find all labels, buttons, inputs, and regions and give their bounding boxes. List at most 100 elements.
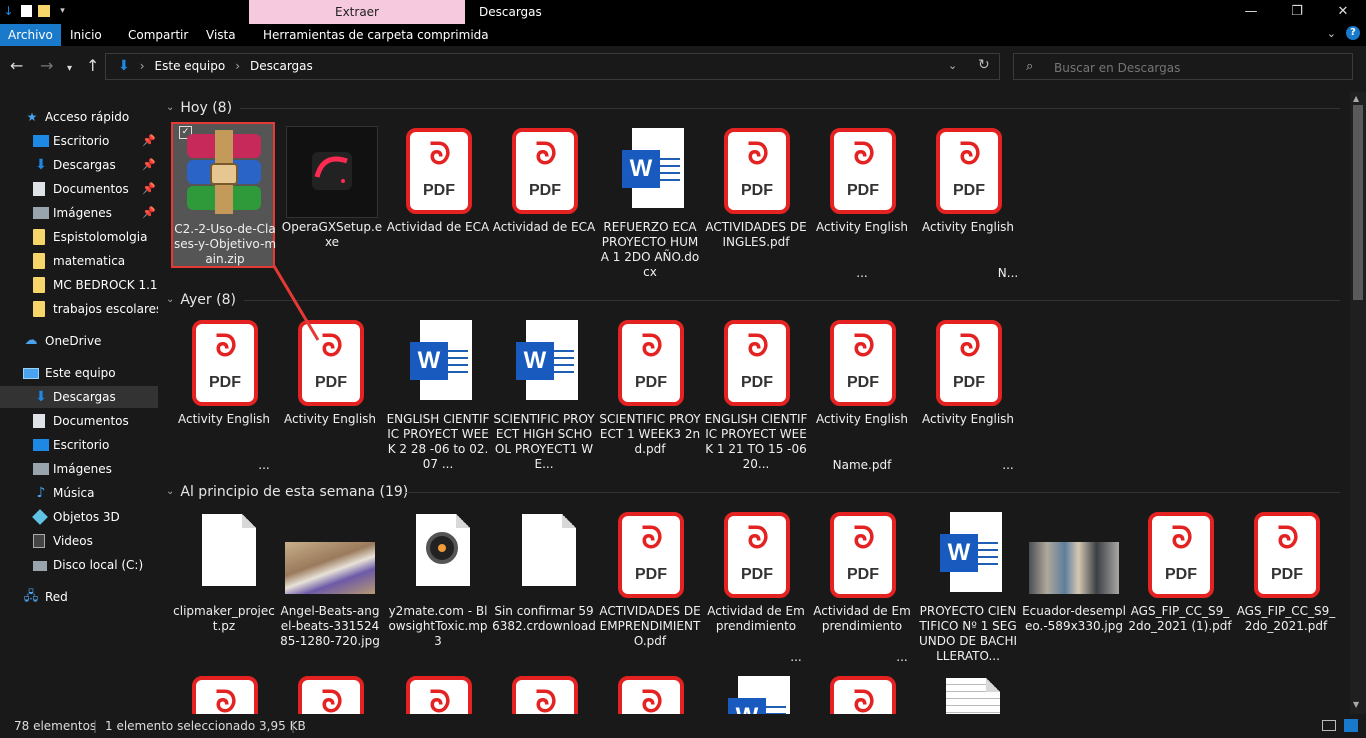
maximize-icon[interactable]: ❐ bbox=[1274, 0, 1320, 24]
sidebar-item-mc-bedrock[interactable]: MC BEDROCK 1.17 : bbox=[0, 274, 158, 296]
sidebar-item-pc-musica[interactable]: ♪ Música bbox=[0, 482, 158, 504]
expand-ribbon-icon[interactable]: ⌄ bbox=[1327, 27, 1336, 40]
sidebar-item-espistolomolgia[interactable]: Espistolomolgia bbox=[0, 226, 158, 248]
sidebar-item-pc-documentos[interactable]: Documentos bbox=[0, 410, 158, 432]
file-tile[interactable]: W ENGLISH CIENTIFIC PROYECT WEEK 2 28 -0… bbox=[386, 316, 490, 471]
sidebar-item-este-equipo[interactable]: Este equipo bbox=[0, 362, 158, 384]
sidebar-item-pc-escritorio[interactable]: Escritorio bbox=[0, 434, 158, 456]
pin-icon[interactable]: 📌 bbox=[142, 154, 156, 176]
file-tile[interactable]: ᘐ PDF Actividad de Emprendimiento ... bbox=[810, 508, 914, 664]
file-tile[interactable]: ᘐ PDF Activity English Name.pdf bbox=[810, 316, 914, 472]
search-input[interactable] bbox=[1052, 57, 1346, 78]
tab-compartir[interactable]: Compartir bbox=[120, 24, 196, 46]
address-bar[interactable]: ⬇ › Este equipo › Descargas ⌄ ↻ bbox=[105, 53, 1000, 80]
file-tile[interactable]: ᘐ bbox=[278, 672, 382, 714]
sidebar-item-documentos[interactable]: Documentos 📌 bbox=[0, 178, 158, 200]
search-box[interactable]: ⌕ bbox=[1013, 53, 1353, 80]
file-tile[interactable]: ᘐ PDF Actividad de Emprendimiento ... bbox=[704, 508, 808, 664]
file-tile[interactable]: ✓ C2.-2-Uso-de-Clases-y-Objetivo-main.zi… bbox=[171, 122, 276, 268]
sidebar-item-acceso-rapido[interactable]: ★ Acceso rápido bbox=[0, 106, 158, 128]
properties-icon[interactable] bbox=[21, 5, 32, 17]
refresh-icon[interactable]: ↻ bbox=[978, 57, 990, 73]
sidebar-item-descargas[interactable]: ⬇ Descargas 📌 bbox=[0, 154, 158, 176]
file-tile[interactable]: ᘐ PDF Activity English N... bbox=[916, 124, 1020, 280]
file-tile[interactable]: W SCIENTIFIC PROYECT HIGH SCHOOL PROYECT… bbox=[492, 316, 596, 471]
extract-contextual-tab[interactable]: Extraer bbox=[249, 0, 465, 24]
help-icon[interactable]: ? bbox=[1346, 26, 1360, 40]
file-tile[interactable]: Sin confirmar 596382.crdownload bbox=[492, 508, 596, 656]
pin-icon[interactable]: 📌 bbox=[142, 178, 156, 200]
file-tile[interactable]: W REFUERZO ECA PROYECTO HUMA 1 2DO AÑO.d… bbox=[598, 124, 702, 279]
details-view-icon[interactable] bbox=[1322, 720, 1336, 731]
customize-qa-dropdown-icon[interactable]: ▾ bbox=[56, 4, 69, 18]
up-arrow-icon[interactable]: ↑ bbox=[86, 58, 99, 74]
file-tile[interactable]: ᘐ PDF Activity English bbox=[278, 316, 382, 464]
forward-arrow-icon[interactable]: → bbox=[40, 58, 53, 74]
sidebar-item-trabajos-escolares[interactable]: trabajos escolares bbox=[0, 298, 158, 320]
file-tile[interactable]: OperaGXSetup.exe bbox=[280, 124, 384, 272]
sidebar-item-red[interactable]: 🖧 Red bbox=[0, 586, 158, 608]
tab-inicio[interactable]: Inicio bbox=[62, 24, 110, 46]
sidebar-item-escritorio[interactable]: Escritorio 📌 bbox=[0, 130, 158, 152]
pin-icon[interactable]: 📌 bbox=[142, 130, 156, 152]
file-tile[interactable]: ᘐ PDF Activity English ... bbox=[810, 124, 914, 280]
pdf-file-icon: ᘐ PDF bbox=[826, 320, 898, 406]
file-tile[interactable]: ᘐ PDF AGS_FIP_CC_S9_2do_2021.pdf bbox=[1234, 508, 1338, 656]
file-tile[interactable]: y2mate.com - BlowsightToxic.mp3 bbox=[386, 508, 490, 656]
file-tile[interactable]: Angel-Beats-angel-beats-33152485-1280-72… bbox=[278, 508, 382, 656]
close-icon[interactable]: ✕ bbox=[1320, 0, 1366, 24]
file-tile[interactable]: ᘐ PDF Activity English ... bbox=[172, 316, 276, 472]
back-arrow-icon[interactable]: ← bbox=[10, 58, 23, 74]
file-tile[interactable]: ᘐ bbox=[492, 672, 596, 714]
file-tile[interactable]: ᘐ bbox=[598, 672, 702, 714]
large-icons-view-icon[interactable] bbox=[1344, 719, 1358, 732]
file-tile[interactable]: ᘐ bbox=[172, 672, 276, 714]
sidebar-item-pc-objetos-3d[interactable]: Objetos 3D bbox=[0, 506, 158, 528]
sidebar-item-onedrive[interactable]: ☁ OneDrive bbox=[0, 330, 158, 352]
recent-locations-icon[interactable]: ▾ bbox=[67, 61, 72, 77]
breadcrumb-este-equipo[interactable]: Este equipo bbox=[155, 54, 226, 79]
file-tile[interactable]: ᘐ PDF SCIENTIFIC PROYECT 1 WEEK3 2nd.pdf bbox=[598, 316, 702, 464]
file-tile[interactable]: ᘐ bbox=[386, 672, 490, 714]
group-header-esta-semana[interactable]: ⌄ Al principio de esta semana (19) bbox=[166, 482, 408, 502]
download-arrow-icon[interactable]: ↓ bbox=[2, 4, 15, 18]
file-tile[interactable]: Ecuador-desempleo.-589x330.jpg bbox=[1022, 508, 1126, 656]
scrollbar-thumb[interactable] bbox=[1353, 105, 1363, 300]
file-name: REFUERZO ECA PROYECTO HUMA 1 2DO AÑO.doc… bbox=[600, 220, 700, 279]
new-folder-icon[interactable] bbox=[38, 5, 50, 17]
group-header-hoy[interactable]: ⌄ Hoy (8) bbox=[166, 98, 232, 118]
file-tile[interactable]: ᘐ PDF ENGLISH CIENTIFIC PROYECT WEEK 1 21… bbox=[704, 316, 808, 471]
file-tile[interactable]: ᘐ PDF Actividad de ECA bbox=[492, 124, 596, 272]
sidebar-item-pc-videos[interactable]: Videos bbox=[0, 530, 158, 552]
breadcrumb-separator-icon[interactable]: › bbox=[140, 54, 145, 79]
breadcrumb-separator-icon[interactable]: › bbox=[235, 54, 240, 79]
pdf-file-icon: ᘐ PDF bbox=[614, 512, 686, 598]
file-tile[interactable]: ᘐ PDF AGS_FIP_CC_S9_2do_2021 (1).pdf bbox=[1128, 508, 1232, 656]
sidebar-item-matematica[interactable]: matematica bbox=[0, 250, 158, 272]
file-tile[interactable]: ᘐ PDF ACTIVIDADES DE EMPRENDIMIENTO.pdf bbox=[598, 508, 702, 656]
file-tile[interactable]: W PROYECTO CIENTIFICO Nº 1 SEGUNDO DE BA… bbox=[916, 508, 1020, 663]
tab-herramientas[interactable]: Herramientas de carpeta comprimida bbox=[255, 24, 497, 46]
sidebar-item-pc-disco-local[interactable]: Disco local (C:) bbox=[0, 554, 158, 576]
group-header-ayer[interactable]: ⌄ Ayer (8) bbox=[166, 290, 236, 310]
address-dropdown-icon[interactable]: ⌄ bbox=[948, 59, 957, 72]
breadcrumb-descargas[interactable]: Descargas bbox=[250, 54, 313, 79]
sidebar-item-pc-imagenes[interactable]: Imágenes bbox=[0, 458, 158, 480]
pin-icon[interactable]: 📌 bbox=[142, 202, 156, 224]
tab-vista[interactable]: Vista bbox=[198, 24, 244, 46]
file-tile[interactable]: W bbox=[704, 672, 808, 714]
file-tile[interactable]: ᘐ PDF ACTIVIDADES DE INGLES.pdf bbox=[704, 124, 808, 272]
scroll-down-icon[interactable]: ▼ bbox=[1353, 700, 1359, 709]
sidebar-item-imagenes[interactable]: Imágenes 📌 bbox=[0, 202, 158, 224]
file-tile[interactable]: ᘐ PDF Actividad de ECA bbox=[386, 124, 490, 272]
tab-archivo[interactable]: Archivo bbox=[0, 24, 61, 46]
file-tile[interactable]: ᘐ bbox=[810, 672, 914, 714]
vertical-scrollbar[interactable]: ▲ ▼ bbox=[1350, 92, 1366, 714]
sidebar-item-pc-descargas[interactable]: ⬇ Descargas bbox=[0, 386, 158, 408]
file-tile[interactable]: ᘐ PDF Activity English ... bbox=[916, 316, 1020, 472]
network-icon: 🖧 bbox=[23, 589, 39, 604]
minimize-icon[interactable]: — bbox=[1228, 0, 1274, 24]
file-tile[interactable]: clipmaker_project.pz bbox=[172, 508, 276, 656]
file-tile[interactable] bbox=[916, 672, 1020, 714]
scroll-up-icon[interactable]: ▲ bbox=[1353, 94, 1359, 103]
